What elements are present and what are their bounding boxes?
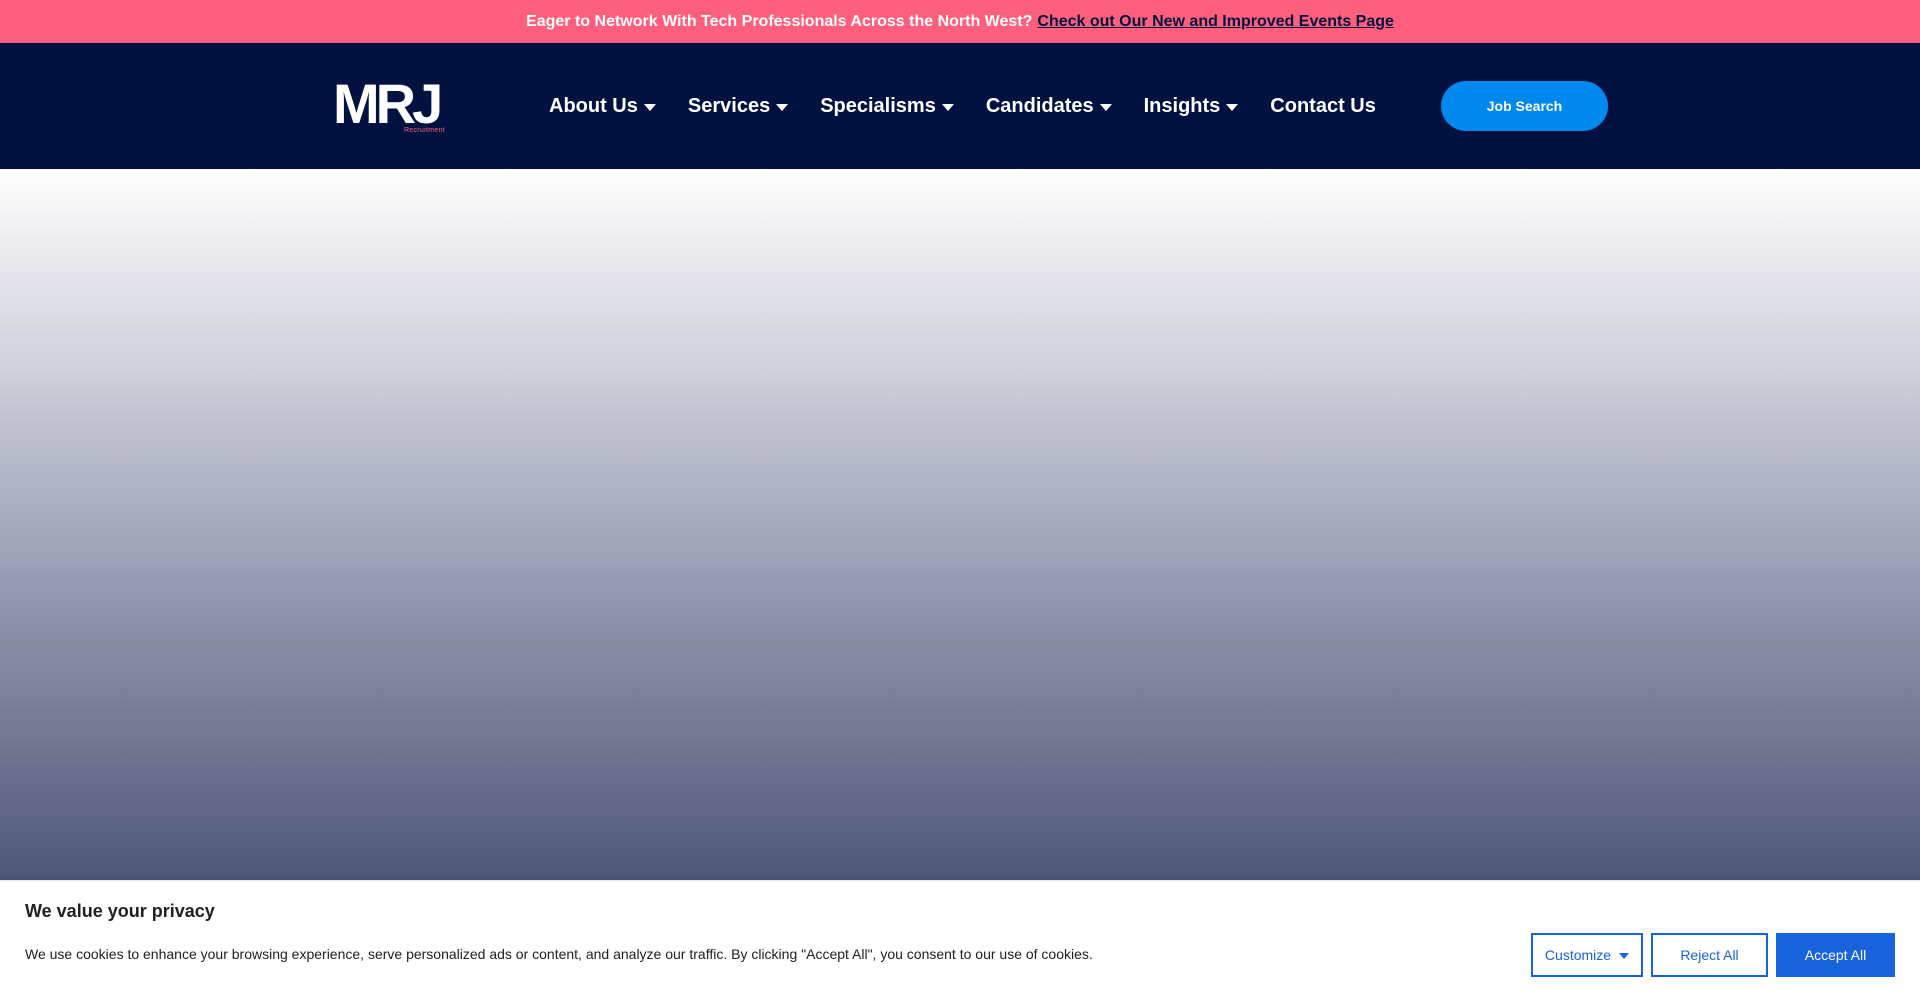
nav-item-specialisms[interactable]: Specialisms	[820, 95, 954, 118]
nav-item-contact-us[interactable]: Contact Us	[1270, 95, 1376, 118]
reject-all-button[interactable]: Reject All	[1651, 933, 1768, 977]
announcement-text: Eager to Network With Tech Professionals…	[526, 12, 1033, 30]
chevron-down-icon	[941, 104, 954, 111]
job-search-button[interactable]: Job Search	[1441, 81, 1608, 131]
events-page-link[interactable]: Check out Our New and Improved Events Pa…	[1037, 13, 1394, 31]
site-header: MRJ Recruitment About Us Services Specia…	[0, 43, 1920, 169]
customize-button[interactable]: Customize	[1531, 933, 1643, 977]
announcement-bar: Eager to Network With Tech Professionals…	[0, 0, 1920, 43]
logo-mark: MRJ	[333, 72, 443, 135]
cookie-description: We use cookies to enhance your browsing …	[25, 946, 1093, 962]
main-nav: About Us Services Specialisms Candidates…	[549, 43, 1376, 169]
hero-section	[0, 169, 1920, 880]
cookie-title: We value your privacy	[25, 901, 215, 921]
customize-label: Customize	[1544, 947, 1612, 963]
nav-item-label: About Us	[549, 94, 638, 117]
nav-item-label: Contact Us	[1270, 94, 1376, 117]
logo-subtitle: Recruitment	[403, 127, 445, 134]
nav-item-label: Insights	[1143, 94, 1221, 117]
chevron-down-icon	[643, 104, 656, 111]
accept-all-button[interactable]: Accept All	[1776, 933, 1895, 977]
nav-item-label: Candidates	[985, 94, 1094, 117]
nav-item-candidates[interactable]: Candidates	[986, 95, 1112, 118]
chevron-down-icon	[1099, 104, 1112, 111]
cookie-consent-banner: We value your privacy We use cookies to …	[0, 880, 1920, 993]
chevron-down-icon	[776, 104, 789, 111]
nav-item-label: Services	[687, 94, 771, 117]
mrj-logo[interactable]: MRJ Recruitment	[333, 72, 445, 135]
nav-item-about-us[interactable]: About Us	[549, 95, 656, 118]
nav-item-insights[interactable]: Insights	[1144, 95, 1239, 118]
nav-item-label: Specialisms	[820, 94, 936, 117]
nav-item-services[interactable]: Services	[687, 94, 789, 118]
chevron-down-icon	[1226, 104, 1239, 111]
chevron-down-icon	[1619, 953, 1630, 959]
